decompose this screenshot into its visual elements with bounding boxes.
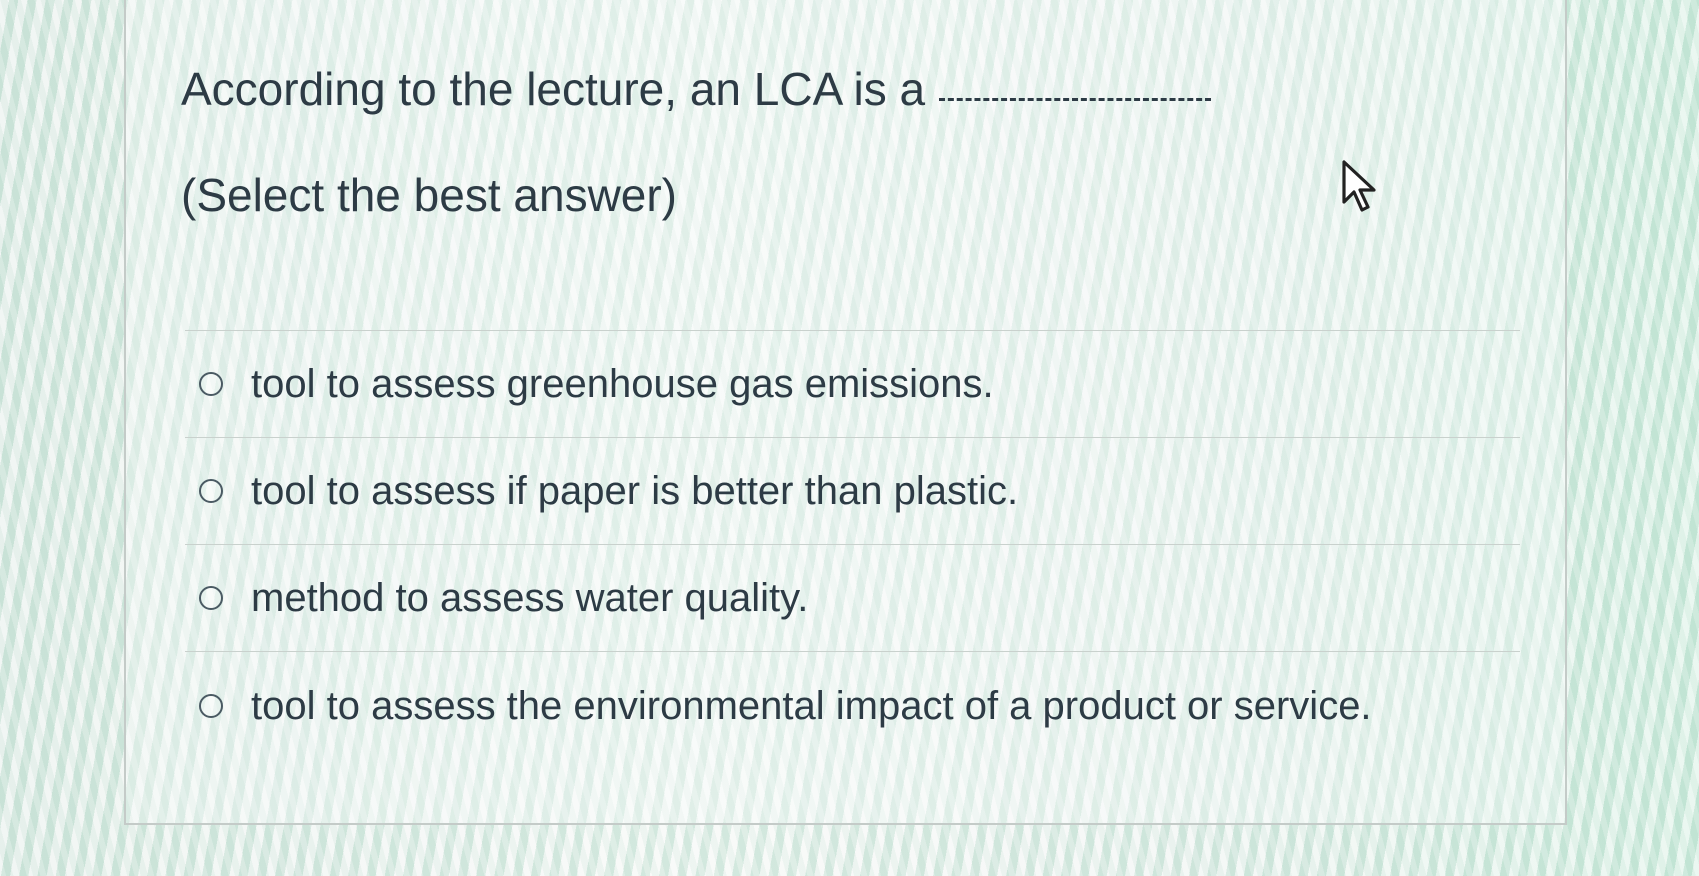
radio-button[interactable]: [199, 693, 223, 718]
answer-label: method to assess water quality.: [251, 576, 809, 620]
radio-button[interactable]: [199, 372, 223, 396]
radio-button[interactable]: [199, 479, 223, 503]
question-instruction: (Select the best answer): [181, 169, 678, 221]
answer-options: tool to assess greenhouse gas emissions.…: [185, 330, 1520, 759]
question-stem: According to the lecture, an LCA is a: [181, 62, 1212, 117]
mouse-pointer-icon: [1342, 160, 1376, 212]
answer-option-1[interactable]: tool to assess greenhouse gas emissions.: [185, 331, 1520, 438]
radio-button[interactable]: [199, 586, 223, 610]
answer-option-3[interactable]: method to assess water quality.: [185, 545, 1520, 652]
answer-label: tool to assess if paper is better than p…: [251, 469, 1019, 513]
answer-label: tool to assess the environmental impact …: [251, 683, 1372, 728]
answer-option-2[interactable]: tool to assess if paper is better than p…: [185, 438, 1520, 545]
answer-option-4[interactable]: tool to assess the environmental impact …: [185, 652, 1520, 759]
answer-label: tool to assess greenhouse gas emissions.: [251, 362, 994, 406]
fill-in-blank: [939, 98, 1212, 101]
question-text: According to the lecture, an LCA is a: [181, 63, 926, 115]
